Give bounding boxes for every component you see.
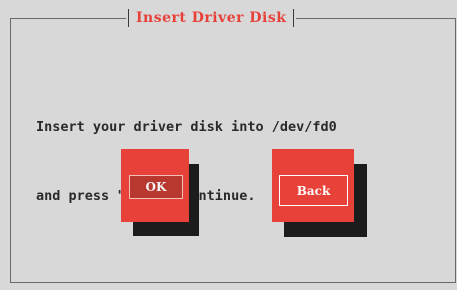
back-button[interactable]: Back (272, 149, 354, 222)
ok-button[interactable]: OK (121, 149, 189, 222)
back-button-label: Back (279, 175, 348, 206)
dialog-title: Insert Driver Disk (136, 10, 287, 26)
ok-button-label: OK (129, 175, 183, 199)
installer-screen: Insert Driver Disk Insert your driver di… (0, 0, 457, 290)
message-line: Insert your driver disk into /dev/fd0 (36, 119, 337, 135)
dialog-title-bar: Insert Driver Disk (126, 8, 297, 28)
